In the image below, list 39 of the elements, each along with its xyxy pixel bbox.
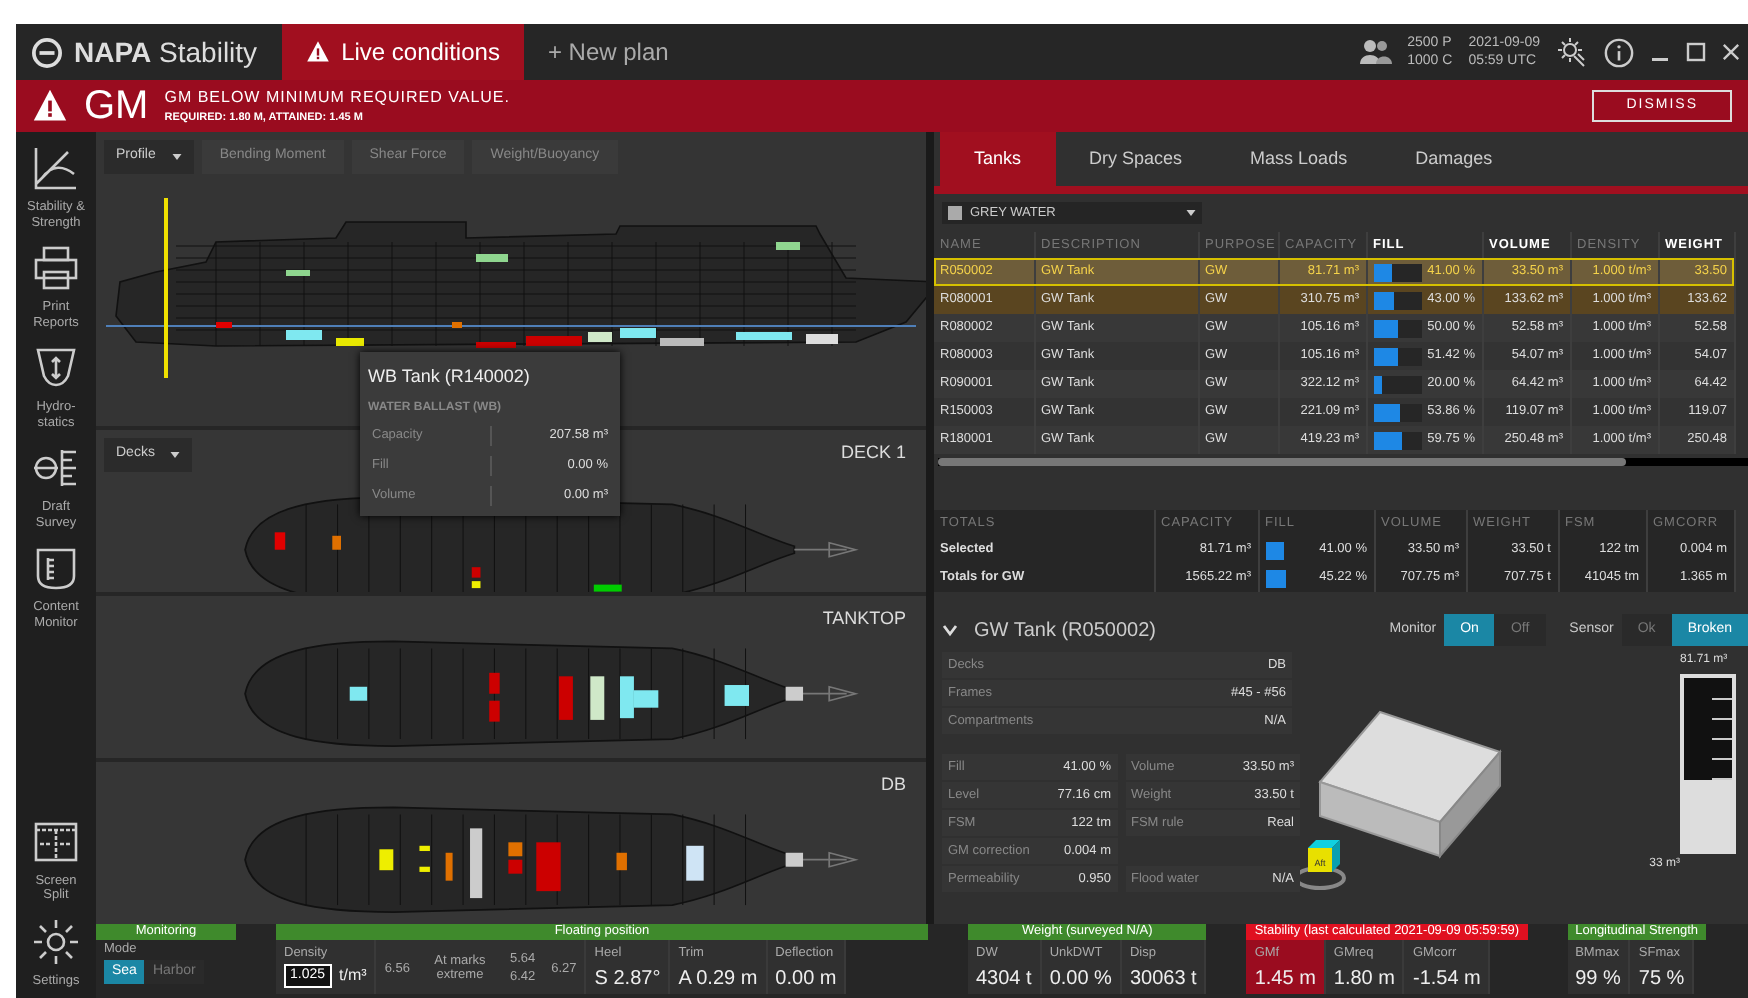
panel-tab[interactable]: Damages: [1381, 132, 1527, 186]
unit-label: t/m³: [339, 964, 367, 988]
split-screen-icon: [32, 817, 80, 865]
caret-icon: [170, 451, 181, 458]
field-value: S 2.87°: [594, 965, 661, 994]
deck-label: DB: [880, 772, 906, 798]
app-tab[interactable]: + New plan: [523, 24, 693, 80]
deck-label: DECK 1: [840, 440, 906, 466]
app-tab[interactable]: Live conditions: [281, 24, 524, 80]
caret-icon: [1186, 210, 1196, 216]
filter-checkbox[interactable]: [948, 206, 962, 220]
close-icon[interactable]: [1722, 42, 1740, 62]
alert-title: GM BELOW MINIMUM REQUIRED VALUE.: [164, 85, 510, 110]
alert-code: GM: [84, 84, 149, 128]
tank-gauge-icon: [32, 544, 80, 592]
tooltip-title: WB Tank (R140002): [368, 364, 532, 390]
tank-title: GW Tank (R050002): [974, 617, 1156, 645]
info-icon[interactable]: [1604, 37, 1634, 67]
chart-icon: [32, 144, 80, 192]
weather-icon[interactable]: [1556, 36, 1588, 68]
warning-icon: [305, 40, 330, 64]
panel-tab[interactable]: Mass Loads: [1216, 132, 1382, 186]
maximize-icon[interactable]: [1686, 42, 1706, 62]
people-icon: [1359, 40, 1392, 64]
caret-icon: [171, 153, 182, 160]
logo-icon: [32, 37, 62, 67]
warning-icon: [32, 88, 68, 124]
field-value: A 0.29 m: [678, 965, 758, 994]
settings-icon: [32, 917, 80, 965]
app-title: NAPA Stability: [72, 33, 260, 72]
chevron-down-icon[interactable]: [942, 622, 958, 638]
printer-icon: [32, 244, 80, 292]
scrollbar[interactable]: [938, 458, 1627, 466]
panel-tab[interactable]: Tanks: [940, 132, 1056, 186]
draft-marks-icon: [32, 444, 80, 492]
hull-icon: [32, 344, 80, 392]
field-value: 0.00 m: [775, 965, 837, 994]
panel-tab[interactable]: Dry Spaces: [1055, 132, 1217, 186]
deck-label: TANKTOP: [822, 606, 906, 632]
